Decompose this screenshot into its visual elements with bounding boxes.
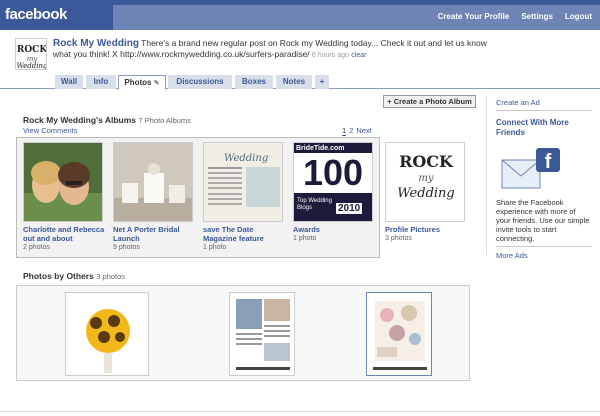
page-bottom-rule <box>0 411 600 416</box>
page-1-link[interactable]: 1 <box>342 126 347 136</box>
album-photo-icon <box>24 143 102 221</box>
add-tab-button[interactable]: + <box>315 75 329 89</box>
album-thumbnail[interactable]: Wedding <box>203 142 283 222</box>
other-photo-thumbnail[interactable] <box>65 292 149 376</box>
magazine-page-icon: Wedding <box>204 143 282 221</box>
badge-site-text: BrideTide.com <box>296 145 345 152</box>
tab-notes[interactable]: Notes <box>276 75 312 89</box>
tab-photos[interactable]: Photos ✎ <box>118 75 166 90</box>
right-sidebar: Create an Ad Connect With More Friends f… <box>496 98 592 260</box>
albums-title: Rock My Wedding's Albums <box>23 115 137 125</box>
profile-name[interactable]: Rock My Wedding <box>53 38 139 49</box>
badge-year: 2010 <box>336 203 363 214</box>
badge-subtitle: Top Wedding Blogs <box>297 198 332 211</box>
svg-text:ROCK: ROCK <box>17 45 47 55</box>
profile-avatar[interactable]: ROCK my Wedding <box>15 38 47 70</box>
top-nav: Create Your Profile Settings Logout <box>438 12 592 21</box>
connect-image[interactable]: f <box>500 146 592 192</box>
album-meta: 2 photos <box>23 244 50 251</box>
album-pager: 1 2 Next <box>342 126 372 136</box>
view-comments-link[interactable]: View Comments <box>23 126 77 135</box>
album-meta: 1 photo <box>203 244 227 251</box>
album-meta: 9 photos <box>113 244 140 251</box>
connect-body: Share the Facebook experience with more … <box>496 198 590 243</box>
magazine-spread-icon <box>230 293 294 375</box>
sidebar-rule <box>496 246 592 247</box>
settings-link[interactable]: Settings <box>521 12 553 21</box>
album-card[interactable]: ROCK my Wedding Profile Pictures 3 photo… <box>385 142 469 243</box>
tab-photos-label: Photos <box>124 78 152 87</box>
next-page-link[interactable]: Next <box>356 126 371 136</box>
album-thumbnail[interactable] <box>113 142 193 222</box>
svg-text:Wedding: Wedding <box>17 62 47 70</box>
other-photo-thumbnail[interactable] <box>366 292 432 376</box>
album-card[interactable]: BrideTide.com 100 Top Wedding Blogs 2010… <box>293 142 377 243</box>
page-2-link[interactable]: 2 <box>349 126 353 136</box>
album-title[interactable]: Charlotte and Rebecca out and about <box>23 225 107 243</box>
sidebar-divider <box>486 95 487 255</box>
album-meta: 1 photo <box>293 235 317 242</box>
album-photo-icon <box>114 143 192 221</box>
other-photo-thumbnail[interactable] <box>229 292 295 376</box>
tab-info[interactable]: Info <box>86 75 116 89</box>
album-title[interactable]: Awards <box>293 225 377 234</box>
more-ads-link[interactable]: More Ads <box>496 251 592 260</box>
album-card[interactable]: Charlotte and Rebecca out and about 2 ph… <box>23 142 107 252</box>
photos-by-others-title: Photos by Others <box>23 271 94 281</box>
albums-count: 7 Photo Albums <box>138 116 191 125</box>
rock-my-wedding-logo-icon: ROCK my Wedding <box>386 143 464 207</box>
tab-wall[interactable]: Wall <box>55 75 83 89</box>
create-profile-link[interactable]: Create Your Profile <box>438 12 510 21</box>
albums-heading: Rock My Wedding's Albums 7 Photo Albums <box>23 115 191 125</box>
connect-title[interactable]: Connect With More Friends <box>496 118 592 138</box>
status-text: Rock My Wedding There's a brand new regu… <box>53 38 493 61</box>
logout-link[interactable]: Logout <box>565 12 592 21</box>
svg-text:ROCK: ROCK <box>399 152 454 171</box>
album-thumbnail[interactable]: BrideTide.com 100 Top Wedding Blogs 2010 <box>293 142 373 222</box>
rock-my-wedding-logo-icon: ROCK my Wedding <box>16 39 47 70</box>
album-meta: 3 photos <box>385 235 412 242</box>
album-thumbnail[interactable] <box>23 142 103 222</box>
svg-text:Wedding: Wedding <box>224 153 268 164</box>
svg-text:my: my <box>418 173 433 184</box>
svg-text:f: f <box>545 151 552 173</box>
album-card[interactable]: Wedding save The Date Magazine feature 1… <box>203 142 287 252</box>
status-time: 6 hours ago <box>311 52 349 59</box>
sunflower-bouquet-icon <box>66 293 148 375</box>
svg-text:Wedding: Wedding <box>397 186 455 201</box>
sidebar-rule <box>496 110 592 111</box>
album-title[interactable]: save The Date Magazine feature <box>203 225 287 243</box>
tab-discussions[interactable]: Discussions <box>168 75 232 89</box>
clear-status-link[interactable]: clear <box>351 52 366 59</box>
photos-by-others-count: 3 photos <box>96 272 125 281</box>
photos-by-others-heading: Photos by Others 3 photos <box>23 271 125 281</box>
album-title[interactable]: Net A Porter Bridal Launch <box>113 225 197 243</box>
facebook-logo[interactable]: facebook <box>5 6 67 23</box>
badge-number: 100 <box>294 153 372 193</box>
create-ad-link[interactable]: Create an Ad <box>496 98 592 107</box>
profile-tabs: Wall Info Photos ✎ Discussions Boxes Not… <box>0 75 600 90</box>
create-photo-album-button[interactable]: + Create a Photo Album <box>383 95 476 108</box>
top-bar: facebook Create Your Profile Settings Lo… <box>0 0 600 30</box>
tab-boxes[interactable]: Boxes <box>235 75 273 89</box>
album-title[interactable]: Profile Pictures <box>385 225 469 234</box>
album-thumbnail[interactable]: ROCK my Wedding <box>385 142 465 222</box>
magazine-collage-icon <box>367 293 431 375</box>
envelope-facebook-icon: f <box>501 148 560 189</box>
album-card[interactable]: Net A Porter Bridal Launch 9 photos <box>113 142 197 252</box>
pencil-icon[interactable]: ✎ <box>154 80 160 87</box>
